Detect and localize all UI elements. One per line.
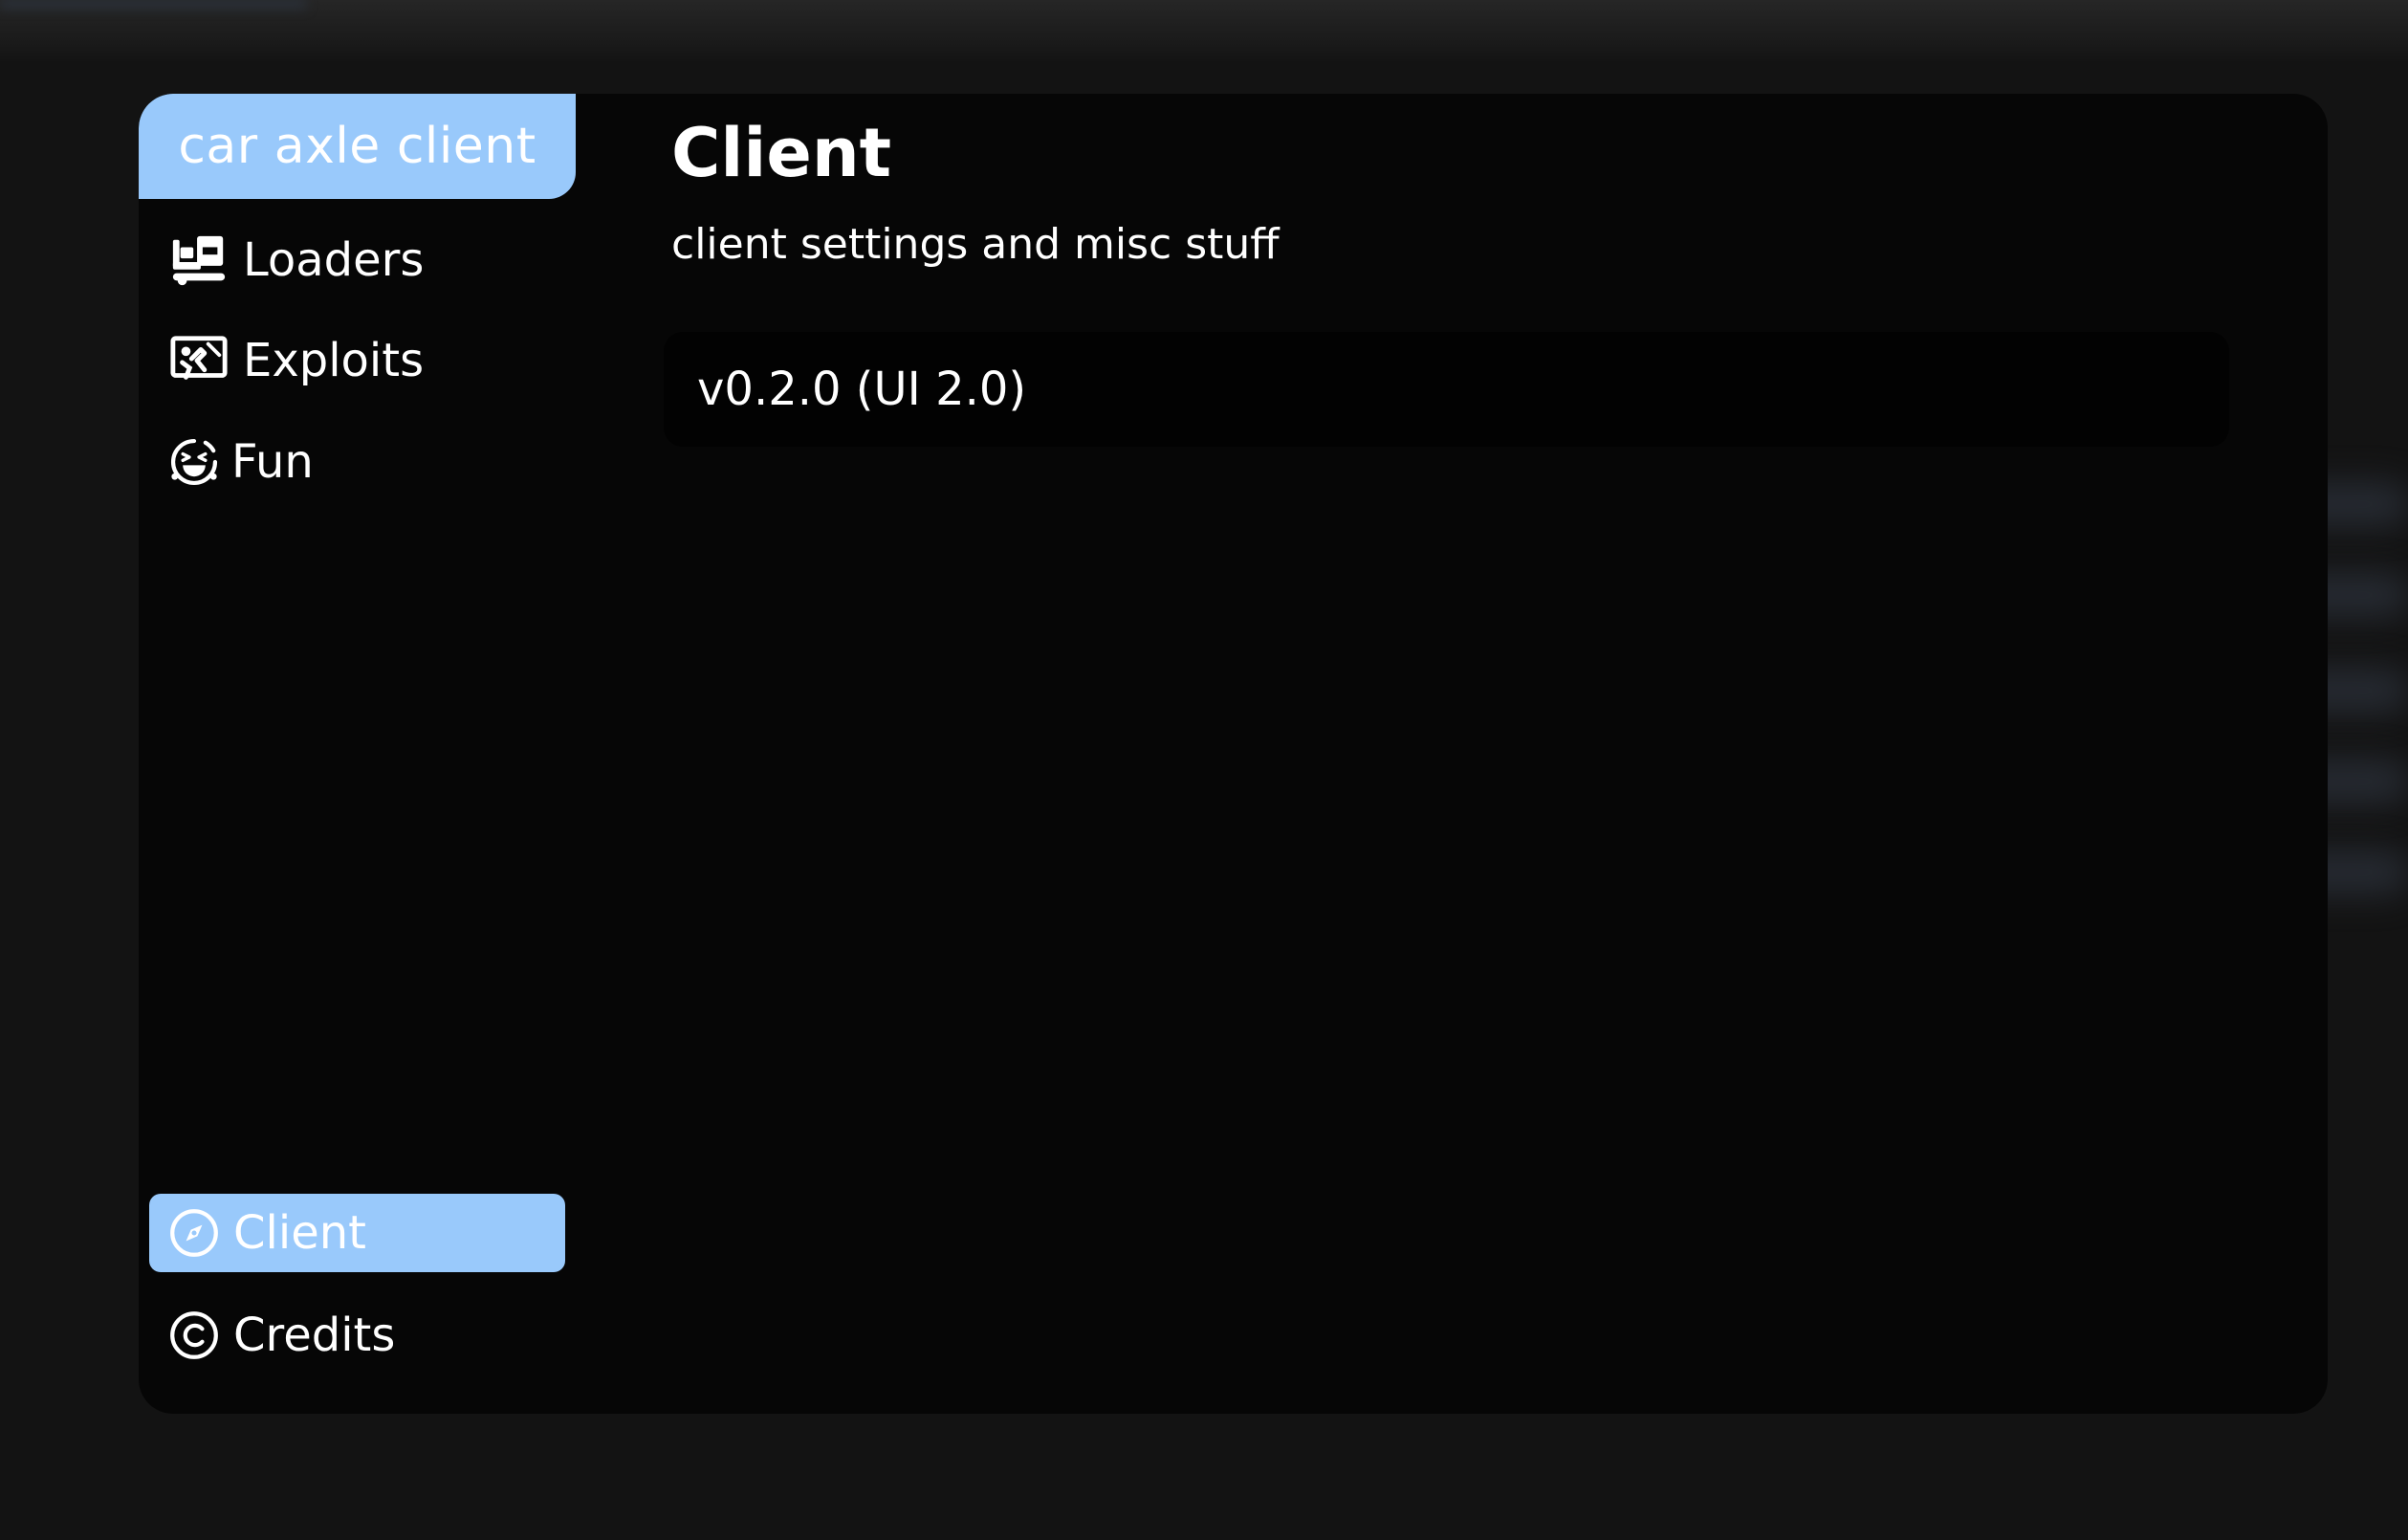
main-content: Client client settings and misc stuff v0…: [664, 94, 2288, 1414]
brand-title: car axle client: [178, 118, 536, 175]
sidebar-item-label: Exploits: [243, 334, 425, 387]
background-top-bar: [0, 0, 2408, 61]
sidebar: car axle client Loaders Exploits Fun Cli…: [139, 94, 579, 1414]
sidebar-item-client[interactable]: Client: [149, 1194, 565, 1272]
background-accent: [0, 0, 306, 8]
sidebar-item-label: Client: [233, 1206, 366, 1260]
sidebar-item-label: Loaders: [243, 233, 425, 287]
person-falling-icon: [168, 330, 230, 391]
version-card: v0.2.0 (UI 2.0): [664, 332, 2229, 447]
sidebar-item-fun[interactable]: Fun: [168, 424, 314, 500]
version-label: v0.2.0 (UI 2.0): [697, 363, 1027, 416]
copyright-icon: [168, 1309, 220, 1361]
page-subtitle: client settings and misc stuff: [671, 220, 1280, 269]
sidebar-item-label: Fun: [231, 435, 314, 489]
brand-header: car axle client: [139, 94, 576, 199]
sidebar-item-loaders[interactable]: Loaders: [168, 222, 424, 298]
compass-icon: [168, 1207, 220, 1259]
page-title: Client: [671, 114, 892, 192]
truck-loading-icon: [168, 230, 230, 291]
sidebar-item-exploits[interactable]: Exploits: [168, 322, 424, 399]
laughing-face-icon: [168, 431, 220, 493]
sidebar-item-credits[interactable]: Credits: [149, 1296, 565, 1375]
client-window: car axle client Loaders Exploits Fun Cli…: [139, 94, 2328, 1414]
sidebar-item-label: Credits: [233, 1309, 396, 1362]
